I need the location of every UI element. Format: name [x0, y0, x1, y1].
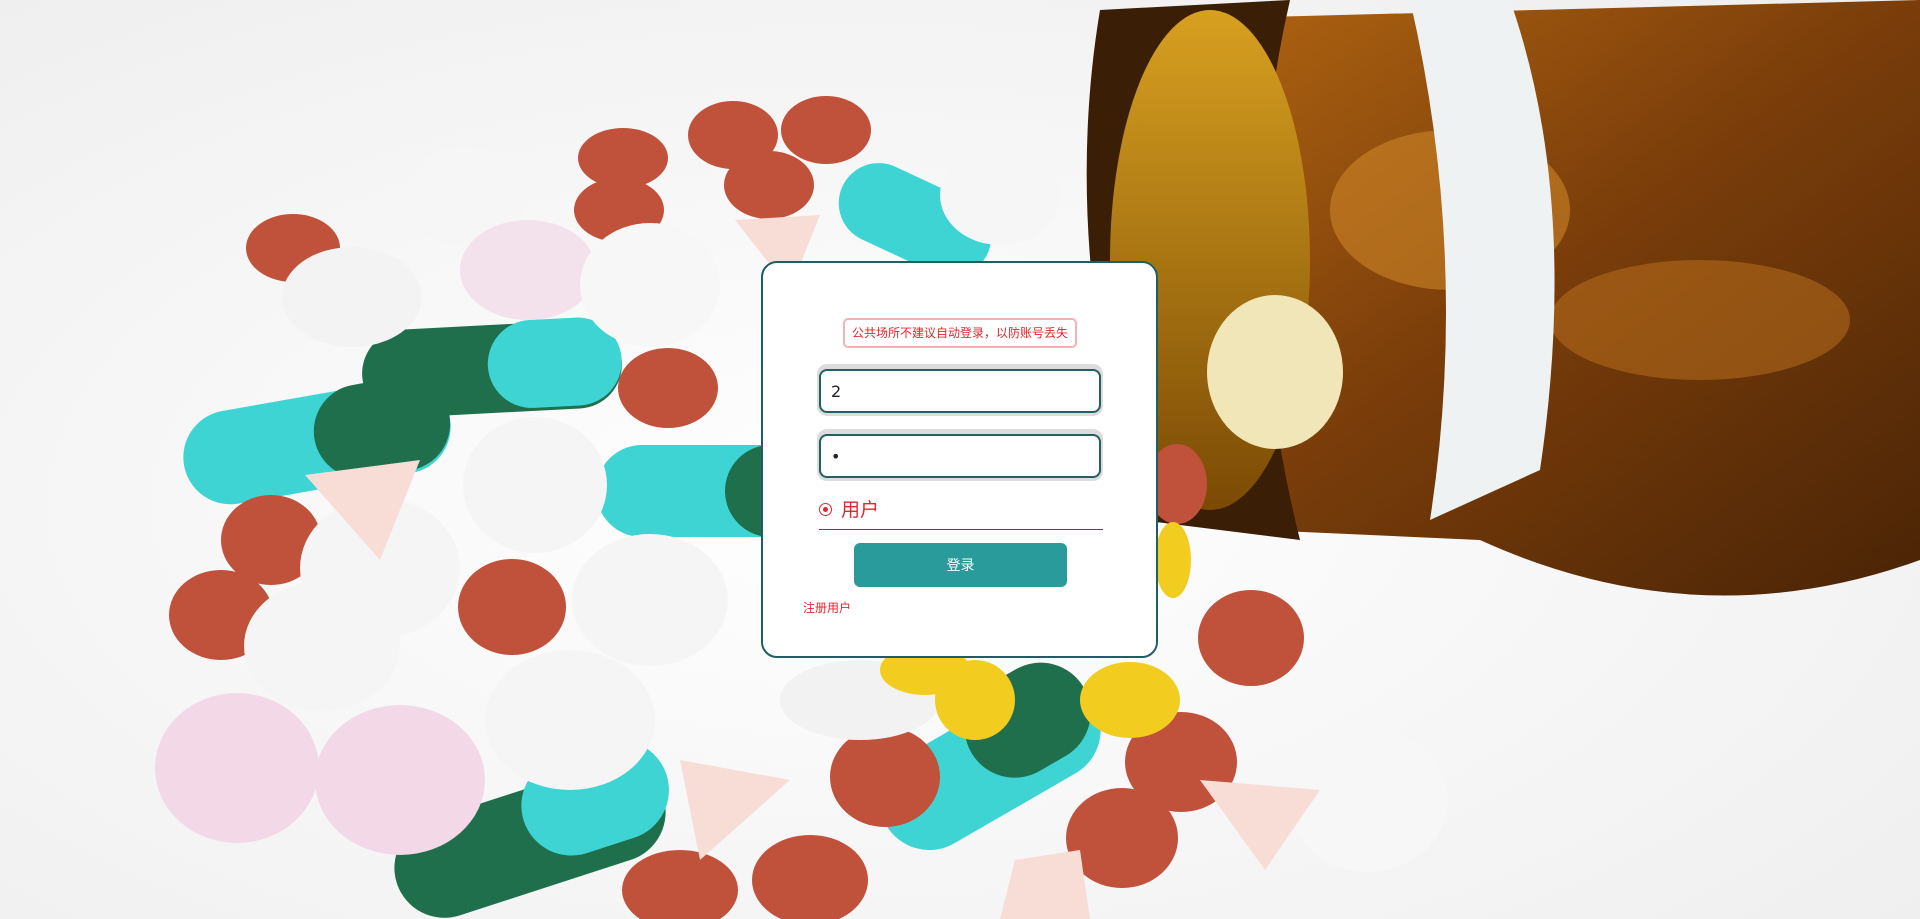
- security-notice: 公共场所不建议自动登录，以防账号丢失: [843, 318, 1077, 348]
- password-input[interactable]: [819, 434, 1101, 478]
- password-field-wrapper: [817, 429, 1103, 481]
- radio-selected-icon[interactable]: [819, 503, 832, 516]
- login-card: 公共场所不建议自动登录，以防账号丢失 用户 登录 注册用户: [761, 261, 1158, 658]
- username-field-wrapper: [817, 364, 1103, 416]
- username-input[interactable]: [819, 369, 1101, 413]
- login-button[interactable]: 登录: [854, 543, 1067, 587]
- role-option-user[interactable]: 用户: [841, 497, 879, 523]
- role-selector: 用户: [819, 499, 1103, 530]
- register-link[interactable]: 注册用户: [803, 599, 851, 616]
